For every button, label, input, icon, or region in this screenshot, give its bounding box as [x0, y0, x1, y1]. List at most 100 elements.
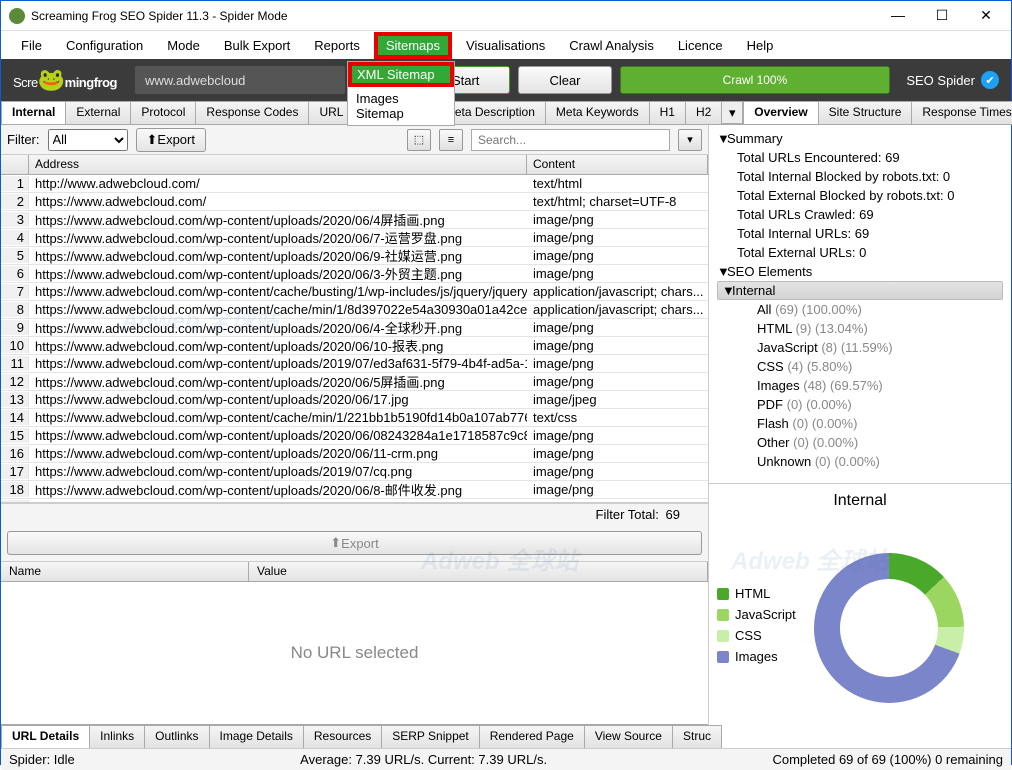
twitter-icon[interactable]: ✔: [981, 71, 999, 89]
right-panel: ▼SummaryTotal URLs Encountered: 69Total …: [709, 125, 1011, 748]
filter-select[interactable]: All: [48, 129, 128, 151]
tab-response-codes[interactable]: Response Codes: [195, 101, 309, 124]
menu-visualisations[interactable]: Visualisations: [456, 34, 555, 57]
menu-file[interactable]: File: [11, 34, 52, 57]
right-tab-overview[interactable]: Overview: [743, 101, 818, 124]
detail-tab-view-source[interactable]: View Source: [584, 725, 673, 748]
right-tab-response-times[interactable]: Response Times: [911, 101, 1012, 124]
tree-item[interactable]: Total External URLs: 0: [717, 243, 1003, 262]
table-row[interactable]: 15https://www.adwebcloud.com/wp-content/…: [1, 427, 708, 445]
clear-button[interactable]: Clear: [518, 66, 611, 94]
tree-item[interactable]: Images (48) (69.57%): [717, 376, 1003, 395]
grid-body[interactable]: 1http://www.adwebcloud.com/text/html2htt…: [1, 175, 708, 502]
tree-item[interactable]: Total External Blocked by robots.txt: 0: [717, 186, 1003, 205]
export-detail-button[interactable]: ⬆ Export: [7, 531, 702, 555]
table-row[interactable]: 14https://www.adwebcloud.com/wp-content/…: [1, 409, 708, 427]
search-input[interactable]: [471, 129, 670, 151]
menu-crawl-analysis[interactable]: Crawl Analysis: [559, 34, 664, 57]
table-row[interactable]: 12https://www.adwebcloud.com/wp-content/…: [1, 373, 708, 391]
detail-empty: No URL selected: [1, 582, 708, 724]
menu-reports[interactable]: Reports: [304, 34, 370, 57]
tab-overflow-icon[interactable]: ▾: [721, 101, 743, 124]
logo: Scre🐸mingfrog: [13, 67, 117, 93]
overview-tree[interactable]: ▼SummaryTotal URLs Encountered: 69Total …: [709, 125, 1011, 483]
table-row[interactable]: 4https://www.adwebcloud.com/wp-content/u…: [1, 229, 708, 247]
export-button[interactable]: ⬆ Export: [136, 128, 206, 152]
tree-item[interactable]: Unknown (0) (0.00%): [717, 452, 1003, 471]
tree-item[interactable]: Total URLs Encountered: 69: [717, 148, 1003, 167]
table-row[interactable]: 16https://www.adwebcloud.com/wp-content/…: [1, 445, 708, 463]
tab-external[interactable]: External: [65, 101, 131, 124]
url-input[interactable]: www.adwebcloud: [135, 66, 345, 94]
tree-item[interactable]: HTML (9) (13.04%): [717, 319, 1003, 338]
col-name[interactable]: Name: [1, 562, 249, 581]
menu-help[interactable]: Help: [737, 34, 784, 57]
view-list-icon[interactable]: ≡: [439, 129, 463, 151]
legend-item: HTML: [717, 586, 796, 601]
table-row[interactable]: 6https://www.adwebcloud.com/wp-content/u…: [1, 265, 708, 283]
table-row[interactable]: 3https://www.adwebcloud.com/wp-content/u…: [1, 211, 708, 229]
tree-item[interactable]: Total Internal Blocked by robots.txt: 0: [717, 167, 1003, 186]
tree-item[interactable]: ▼Summary: [717, 129, 1003, 148]
minimize-button[interactable]: —: [885, 7, 911, 24]
col-address[interactable]: Address: [29, 155, 527, 174]
toolbar: Scre🐸mingfrog www.adwebcloud Start Clear…: [1, 59, 1011, 101]
table-row[interactable]: 11https://www.adwebcloud.com/wp-content/…: [1, 355, 708, 373]
col-num[interactable]: [1, 155, 29, 174]
table-row[interactable]: 17https://www.adwebcloud.com/wp-content/…: [1, 463, 708, 481]
menu-licence[interactable]: Licence: [668, 34, 733, 57]
right-tab-site-structure[interactable]: Site Structure: [818, 101, 913, 124]
menu-mode[interactable]: Mode: [157, 34, 210, 57]
view-tree-icon[interactable]: ⬚: [407, 129, 431, 151]
table-row[interactable]: 7https://www.adwebcloud.com/wp-content/c…: [1, 283, 708, 301]
detail-tab-serp-snippet[interactable]: SERP Snippet: [381, 725, 480, 748]
search-options-icon[interactable]: ▾: [678, 129, 702, 151]
tree-item[interactable]: Total Internal URLs: 69: [717, 224, 1003, 243]
dropdown-images-sitemap[interactable]: Images Sitemap: [348, 87, 454, 125]
close-button[interactable]: ✕: [973, 7, 999, 24]
tree-item[interactable]: ▼SEO Elements: [717, 262, 1003, 281]
table-row[interactable]: 19https://www.adwebcloud.com/wp-content/…: [1, 499, 708, 502]
table-row[interactable]: 18https://www.adwebcloud.com/wp-content/…: [1, 481, 708, 499]
tab-protocol[interactable]: Protocol: [130, 101, 196, 124]
detail-tab-resources[interactable]: Resources: [303, 725, 382, 748]
tab-meta-keywords[interactable]: Meta Keywords: [545, 101, 650, 124]
detail-tab-url-details[interactable]: URL Details: [1, 725, 90, 748]
tree-item[interactable]: PDF (0) (0.00%): [717, 395, 1003, 414]
menu-bulk-export[interactable]: Bulk Export: [214, 34, 300, 57]
tree-item[interactable]: JavaScript (8) (11.59%): [717, 338, 1003, 357]
detail-tab-outlinks[interactable]: Outlinks: [144, 725, 209, 748]
app-icon: [9, 8, 25, 24]
table-row[interactable]: 2https://www.adwebcloud.com/text/html; c…: [1, 193, 708, 211]
crawl-progress: Crawl 100%: [620, 66, 891, 94]
tree-item[interactable]: Total URLs Crawled: 69: [717, 205, 1003, 224]
tree-item[interactable]: Flash (0) (0.00%): [717, 414, 1003, 433]
legend-item: CSS: [717, 628, 796, 643]
table-row[interactable]: 13https://www.adwebcloud.com/wp-content/…: [1, 391, 708, 409]
right-tabs: OverviewSite StructureResponse Times▾: [743, 101, 1012, 125]
maximize-button[interactable]: ☐: [929, 7, 955, 24]
dropdown-xml-sitemap[interactable]: XML Sitemap: [348, 62, 454, 87]
table-row[interactable]: 10https://www.adwebcloud.com/wp-content/…: [1, 337, 708, 355]
col-content[interactable]: Content: [527, 155, 708, 174]
detail-tab-rendered-page[interactable]: Rendered Page: [479, 725, 585, 748]
col-value[interactable]: Value: [249, 562, 708, 581]
tab-h1[interactable]: H1: [649, 101, 686, 124]
tab-h2[interactable]: H2: [685, 101, 722, 124]
legend-item: JavaScript: [717, 607, 796, 622]
tree-item[interactable]: CSS (4) (5.80%): [717, 357, 1003, 376]
menu-configuration[interactable]: Configuration: [56, 34, 153, 57]
table-row[interactable]: 9https://www.adwebcloud.com/wp-content/u…: [1, 319, 708, 337]
table-row[interactable]: 5https://www.adwebcloud.com/wp-content/u…: [1, 247, 708, 265]
menu-sitemaps[interactable]: Sitemaps: [374, 32, 452, 59]
tree-item[interactable]: Other (0) (0.00%): [717, 433, 1003, 452]
detail-tab-inlinks[interactable]: Inlinks: [89, 725, 145, 748]
detail-tab-image-details[interactable]: Image Details: [209, 725, 304, 748]
table-row[interactable]: 1http://www.adwebcloud.com/text/html: [1, 175, 708, 193]
tree-item[interactable]: All (69) (100.00%): [717, 300, 1003, 319]
titlebar: Screaming Frog SEO Spider 11.3 - Spider …: [1, 1, 1011, 31]
legend-item: Images: [717, 649, 796, 664]
tree-item[interactable]: ▼Internal: [717, 281, 1003, 300]
tab-internal[interactable]: Internal: [1, 101, 66, 124]
table-row[interactable]: 8https://www.adwebcloud.com/wp-content/c…: [1, 301, 708, 319]
